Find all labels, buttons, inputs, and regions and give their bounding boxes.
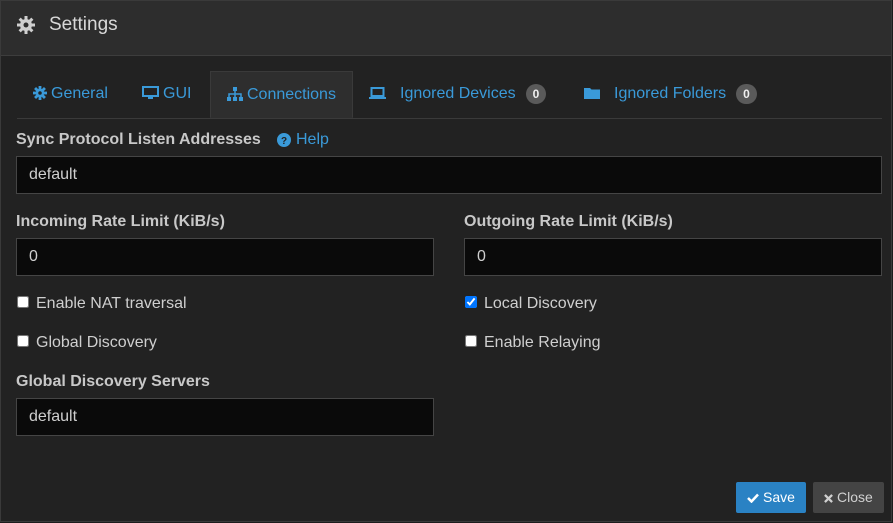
global-discovery-label: Global Discovery [36, 334, 157, 351]
relaying-checkbox[interactable] [465, 335, 477, 347]
gear-icon [33, 86, 47, 100]
laptop-icon [369, 87, 386, 99]
svg-text:?: ? [281, 136, 287, 147]
nat-traversal-checkbox[interactable] [17, 296, 29, 308]
tab-label: General [51, 85, 108, 102]
dialog-title: Settings [49, 14, 118, 35]
help-label: Help [296, 131, 329, 148]
help-link[interactable]: ? Help [277, 131, 329, 149]
save-label: Save [763, 489, 795, 505]
local-discovery-label: Local Discovery [484, 295, 597, 312]
settings-dialog: Settings General GUI Connections Ignored… [0, 0, 892, 522]
tab-general[interactable]: General [17, 71, 124, 118]
outgoing-rate-label: Outgoing Rate Limit (KiB/s) [464, 213, 673, 230]
close-label: Close [837, 489, 873, 505]
nat-traversal-label: Enable NAT traversal [36, 295, 187, 312]
relaying-label: Enable Relaying [484, 334, 601, 351]
global-discovery-checkbox[interactable] [17, 335, 29, 347]
tab-ignored-devices[interactable]: Ignored Devices 0 [353, 71, 562, 118]
tab-label: Ignored Devices [400, 85, 516, 102]
settings-tabs: General GUI Connections Ignored Devices 0 [17, 71, 882, 119]
desktop-icon [142, 86, 159, 99]
listen-addresses-label: Sync Protocol Listen Addresses [16, 131, 261, 148]
sitemap-icon [227, 87, 243, 101]
gear-icon [17, 16, 35, 34]
tab-label: Connections [247, 86, 336, 103]
count-badge: 0 [736, 83, 757, 104]
incoming-rate-input[interactable]: 0 [16, 238, 434, 276]
outgoing-rate-input[interactable]: 0 [464, 238, 882, 276]
discovery-servers-input[interactable]: default [16, 398, 434, 436]
question-circle-icon: ? [277, 133, 291, 147]
check-icon [747, 493, 759, 504]
count-badge: 0 [525, 83, 547, 104]
tab-ignored-folders[interactable]: Ignored Folders 0 [568, 71, 773, 118]
discovery-servers-label: Global Discovery Servers [16, 373, 210, 390]
close-button[interactable]: Close [813, 482, 884, 513]
tab-gui[interactable]: GUI [126, 71, 207, 118]
listen-addresses-input[interactable]: default [16, 156, 882, 194]
save-button[interactable]: Save [736, 482, 806, 513]
dialog-header: Settings [1, 1, 891, 56]
tab-label: GUI [163, 85, 192, 102]
tab-connections[interactable]: Connections [210, 71, 353, 118]
incoming-rate-label: Incoming Rate Limit (KiB/s) [16, 213, 225, 230]
local-discovery-checkbox[interactable] [465, 296, 477, 308]
tab-label: Ignored Folders [614, 85, 727, 102]
close-icon [824, 494, 833, 503]
folder-icon [584, 88, 600, 99]
